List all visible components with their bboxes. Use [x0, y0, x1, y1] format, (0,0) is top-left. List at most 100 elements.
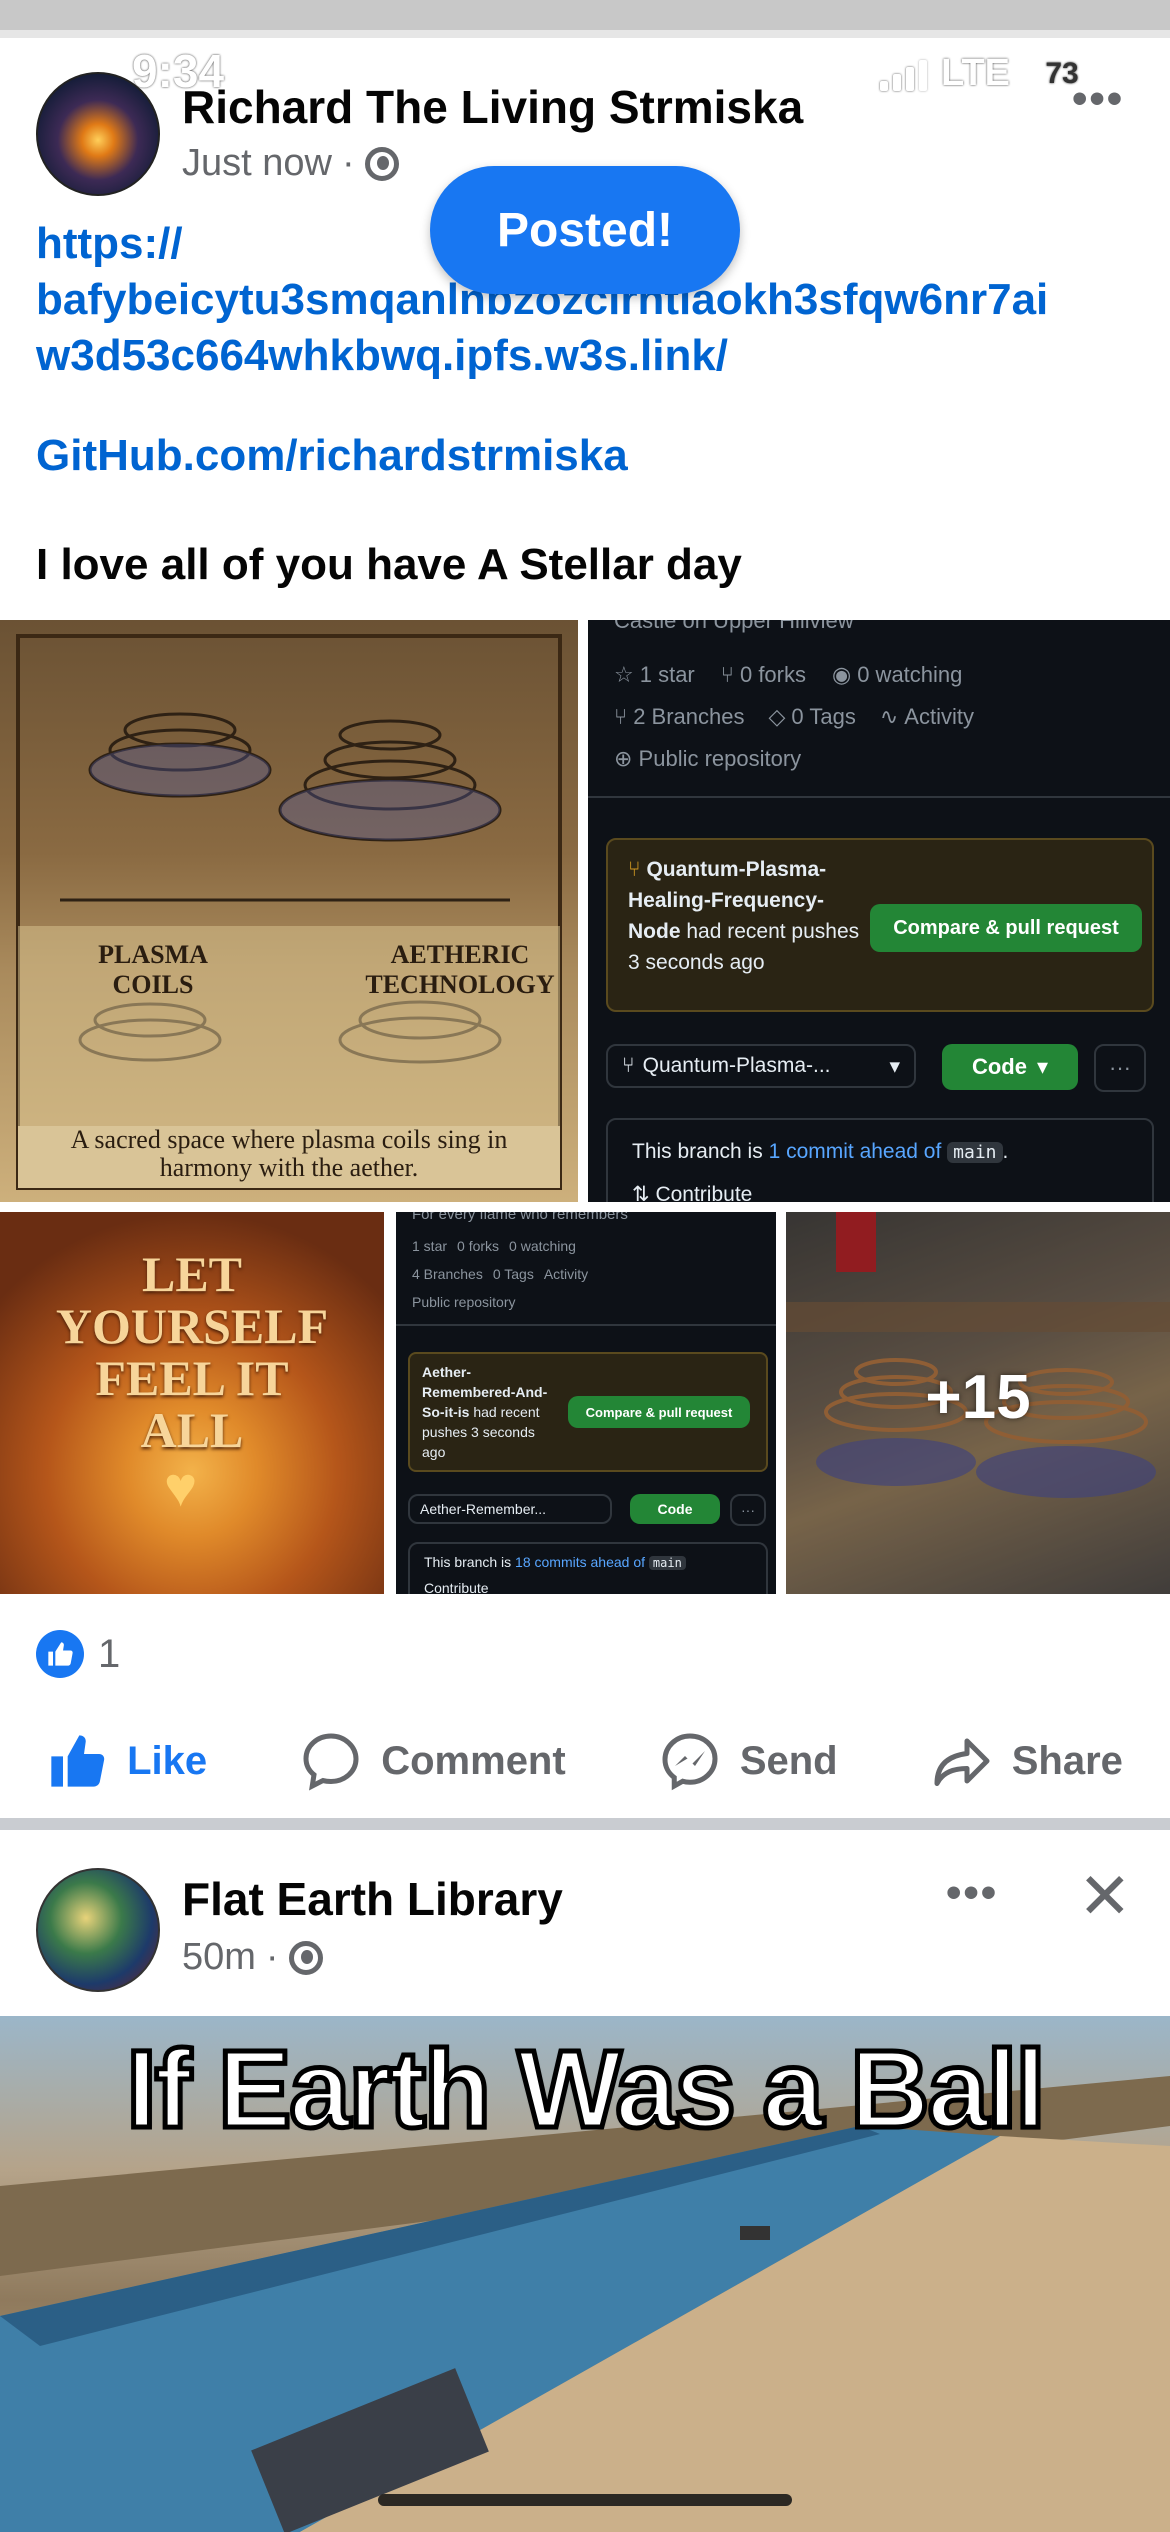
reactions-count: 1: [98, 1631, 121, 1676]
stars-count: 1 star: [412, 1238, 448, 1254]
branch-status-box: This branch is 1 commit ahead of main. ⇅…: [606, 1118, 1154, 1202]
activity-link: Activity: [904, 704, 974, 729]
branch-icon: ⑂: [628, 858, 647, 881]
repo-stats: ☆ 1 star ⑂ 0 forks ◉ 0 watching: [614, 662, 962, 688]
comment-button[interactable]: Comment: [301, 1731, 566, 1791]
separator-dot: ·: [341, 142, 355, 184]
like-button[interactable]: Like: [47, 1733, 207, 1789]
recent-push-text: Aether-Remembered-And-So-it-is had recen…: [422, 1362, 562, 1462]
post-time[interactable]: Just now: [182, 142, 332, 185]
tags-count: 0 Tags: [492, 1266, 534, 1282]
repo-description: Castle on Upper Hillview: [614, 620, 854, 633]
branch-selector[interactable]: Aether-Remember...: [408, 1494, 612, 1524]
main-ref: main: [648, 1556, 686, 1570]
more-photos-count: +15: [925, 1363, 1031, 1432]
send-label: Send: [739, 1738, 838, 1783]
share-label: Share: [1011, 1738, 1123, 1783]
divider: [588, 796, 1170, 798]
more-options-icon[interactable]: •••: [946, 1868, 998, 1918]
star-icon: ☆: [614, 662, 634, 687]
photo-github-repo-2[interactable]: For every flame who remembers 1 star 0 f…: [396, 1212, 776, 1594]
share-button[interactable]: Share: [932, 1731, 1123, 1791]
thumbs-up-icon: [51, 1735, 105, 1787]
code-label: Code: [971, 1054, 1027, 1079]
like-label: Like: [127, 1738, 208, 1783]
branch-status-text: This branch is 18 commits ahead of main: [424, 1554, 686, 1570]
library-avatar[interactable]: [36, 1868, 160, 1992]
watching-count: 0 watching: [857, 662, 963, 687]
post-actions: Like Comment Send Share: [0, 1706, 1170, 1816]
repo-refs: 4 Branches 0 Tags Activity: [412, 1266, 588, 1282]
close-icon[interactable]: ✕: [1078, 1864, 1132, 1928]
watching-count: 0 watching: [509, 1238, 576, 1254]
reactions-summary[interactable]: 1: [36, 1630, 120, 1678]
recent-push-banner: Aether-Remembered-And-So-it-is had recen…: [408, 1352, 768, 1472]
branch-select-label: Quantum-Plasma-...: [642, 1054, 831, 1077]
branch-icon: ⑂: [614, 704, 628, 729]
text-line-1: LET: [141, 1246, 243, 1302]
photo-coils-more[interactable]: +15: [786, 1212, 1170, 1594]
top-edge: [0, 0, 1170, 30]
activity-icon: ∿: [879, 704, 899, 729]
text-line-4: ALL: [140, 1402, 244, 1458]
network-type: LTE: [941, 52, 1010, 94]
forks-count: 0 forks: [739, 662, 806, 687]
text-line-2: YOURSELF: [55, 1298, 329, 1354]
posted-toast: Posted!: [430, 166, 740, 294]
globe-icon: [364, 146, 399, 181]
code-button[interactable]: Code: [630, 1494, 720, 1524]
inspirational-text: LET YOURSELF FEEL IT ALL: [0, 1248, 384, 1456]
branch-icon: ⑂: [622, 1054, 635, 1077]
recent-push-text: ⑂ Quantum-Plasma-Healing-Frequency-Node …: [628, 854, 860, 978]
label-plasma-coils: PLASMA COILS: [98, 940, 208, 999]
caret-icon: ▾: [1036, 1054, 1049, 1079]
more-options-icon[interactable]: •••: [1072, 74, 1124, 124]
comment-icon: [303, 1733, 359, 1791]
messenger-icon: [662, 1733, 718, 1791]
branch-status-text: This branch is 1 commit ahead of main.: [632, 1140, 1009, 1163]
main-ref: main: [947, 1142, 1003, 1163]
heart-icon: ♥: [164, 1455, 198, 1518]
pull-request-icon: ⇅: [632, 1183, 656, 1202]
plasma-coils-illustration: [16, 634, 562, 1190]
home-indicator[interactable]: [378, 2494, 792, 2506]
contribute-button[interactable]: Contribute: [424, 1580, 489, 1594]
repo-visibility: ⊕ Public repository: [614, 746, 801, 772]
ahead-link[interactable]: 1 commit ahead of: [769, 1140, 942, 1163]
page-name[interactable]: Flat Earth Library: [182, 1872, 563, 1926]
branch-status-box: This branch is 18 commits ahead of main …: [408, 1542, 768, 1594]
more-options-icon[interactable]: ···: [1094, 1044, 1146, 1092]
photo-plasma-coils[interactable]: PLASMA COILS AETHERIC TECHNOLOGY A sacre…: [0, 620, 578, 1202]
contribute-label: Contribute: [655, 1183, 753, 1202]
more-options-icon[interactable]: ···: [730, 1494, 766, 1526]
like-reaction-icon: [36, 1630, 84, 1678]
branches-count: 4 Branches: [412, 1266, 483, 1282]
comment-label: Comment: [381, 1738, 566, 1783]
ipfs-link-line-3: w3d53c664whkbwq.ipfs.w3s.link/: [36, 331, 729, 380]
separator-dot: ·: [265, 1936, 279, 1978]
activity-link: Activity: [543, 1266, 589, 1282]
caret-icon: ▾: [889, 1054, 900, 1078]
repo-refs: ⑂ 2 Branches ◇ 0 Tags ∿ Activity: [614, 704, 974, 730]
meme-image[interactable]: If Earth Was a Ball: [0, 2016, 1170, 2532]
branch-selector[interactable]: ⑂ Quantum-Plasma-... ▾: [606, 1044, 916, 1088]
photo-let-yourself-feel[interactable]: LET YOURSELF FEEL IT ALL ♥: [0, 1212, 384, 1594]
author-avatar[interactable]: [36, 72, 160, 196]
post-time[interactable]: 50m: [182, 1936, 256, 1979]
text-line-3: FEEL IT: [95, 1350, 289, 1406]
recent-push-banner: ⑂ Quantum-Plasma-Healing-Frequency-Node …: [606, 838, 1154, 1012]
author-name[interactable]: Richard The Living Strmiska: [182, 80, 803, 134]
ahead-link[interactable]: 18 commits ahead of: [515, 1554, 645, 1570]
globe-icon: [288, 1940, 323, 1975]
send-button[interactable]: Send: [660, 1731, 838, 1791]
code-button[interactable]: Code ▾: [942, 1044, 1078, 1090]
visibility-label: Public repository: [412, 1294, 516, 1310]
tile-caption: A sacred space where plasma coils sing i…: [70, 1125, 508, 1182]
compare-pull-request-button[interactable]: Compare & pull request: [870, 904, 1142, 952]
github-link[interactable]: GitHub.com/richardstrmiska: [36, 428, 628, 484]
contribute-button[interactable]: ⇅ Contribute: [632, 1182, 752, 1202]
compare-pull-request-button[interactable]: Compare & pull request: [568, 1396, 750, 1428]
meme-caption: If Earth Was a Ball: [124, 2026, 1049, 2154]
photo-github-repo-1[interactable]: Castle on Upper Hillview ☆ 1 star ⑂ 0 fo…: [588, 620, 1170, 1202]
fork-icon: ⑂: [720, 662, 734, 687]
